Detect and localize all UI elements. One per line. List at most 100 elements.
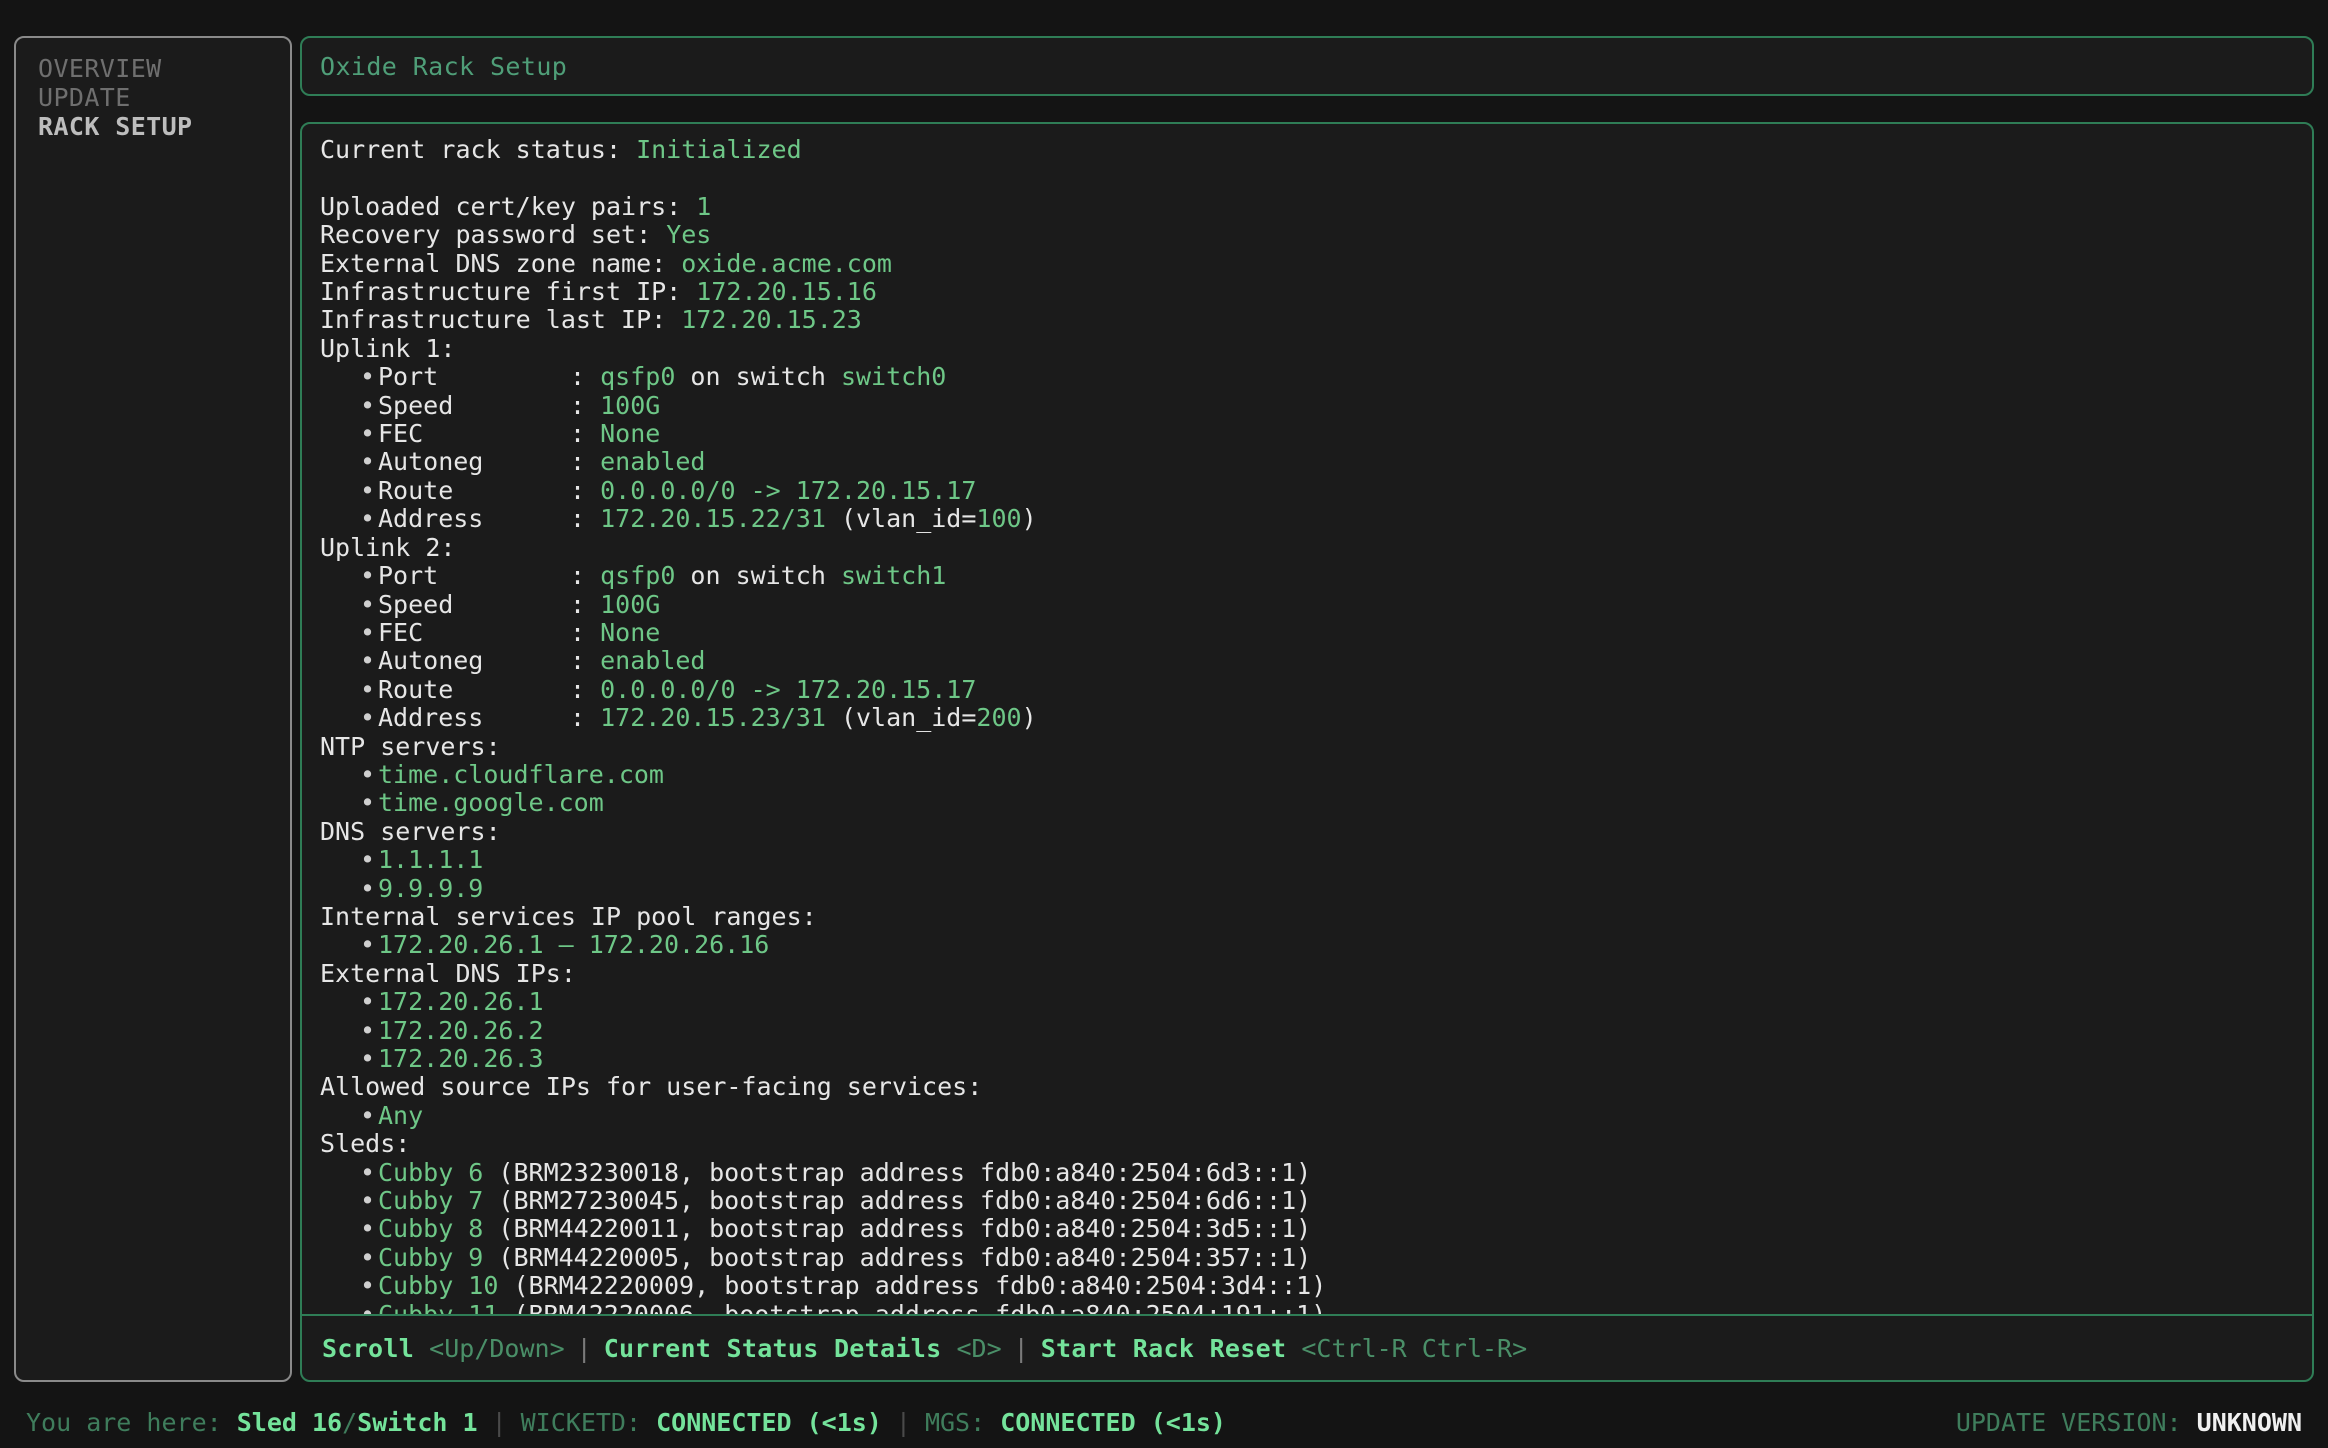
field-colon: : [570, 390, 601, 420]
uplink-field-row: Route: 0.0.0.0/0 -> 172.20.15.17 [320, 674, 2312, 704]
uplink-field-row: Speed: 100G [320, 589, 2312, 619]
field-colon: : [570, 419, 601, 449]
external-dns-ip-item-value: 172.20.26.3 [378, 1044, 544, 1073]
dns-server-item: 9.9.9.9 [320, 873, 2312, 903]
uplink-field-key: Address [378, 703, 484, 733]
external-dns-ip-item: 172.20.26.3 [320, 1044, 2312, 1073]
summary-label: Infrastructure last IP: [320, 305, 682, 335]
sidebar-item-label: OVERVIEW [38, 54, 162, 83]
uplink-field-value: 100G [600, 390, 661, 420]
field-colon: : [570, 447, 601, 477]
dns-server-item-value: 9.9.9.9 [378, 873, 484, 903]
uplink-field-mid: on switch [675, 561, 841, 591]
uplink-field-row: FEC: None [320, 617, 2312, 647]
sled-name: Cubby 6 [378, 1157, 484, 1187]
uplink-heading-label: Uplink 1: [320, 333, 456, 363]
sled-detail: (BRM44220005, bootstrap address fdb0:a84… [483, 1242, 1312, 1272]
uplink-field-key: Autoneg [378, 447, 484, 477]
keybind-label[interactable]: Current Status Details [604, 1334, 942, 1363]
summary-value: 1 [696, 191, 712, 221]
sidebar-item-update[interactable]: UPDATE [16, 83, 290, 112]
keybind-label[interactable]: Scroll [322, 1334, 414, 1363]
uplink-field-mid: on switch [675, 362, 841, 392]
mgs-label: MGS: [924, 1407, 1001, 1437]
uplink-field-key: Route [378, 674, 454, 704]
field-colon: : [570, 646, 601, 676]
current-sled-value: Sled 16 [236, 1407, 343, 1437]
external-dns-ip-item: 172.20.26.2 [320, 1015, 2312, 1045]
field-colon: : [570, 504, 601, 534]
uplink-field-row: Speed: 100G [320, 390, 2312, 420]
sled-detail: (BRM42220006, bootstrap address fdb0:a84… [498, 1300, 1326, 1314]
summary-label: Infrastructure first IP: [320, 277, 697, 307]
sled-item: Cubby 6 (BRM23230018, bootstrap address … [320, 1157, 2312, 1187]
sleds-heading-label: Sleds: [320, 1129, 411, 1159]
ip-pool-range-item: 172.20.26.1 – 172.20.26.16 [320, 931, 2312, 959]
uplink-field-key: Address [378, 504, 484, 534]
summary-value: oxide.acme.com [681, 248, 892, 278]
external-dns-heading-label: External DNS IPs: [320, 958, 576, 988]
field-colon: : [570, 561, 601, 591]
keybind-bar: Scroll <Up/Down> | Current Status Details … [302, 1314, 2312, 1380]
rack-status-label: Current rack status: [320, 135, 637, 164]
ntp-heading-label: NTP servers: [320, 731, 501, 761]
uplink-heading-label: Uplink 2: [320, 532, 456, 562]
uplink-field-row: FEC: None [320, 419, 2312, 449]
field-colon: : [570, 589, 601, 619]
ip-pool-heading: Internal services IP pool ranges: [320, 902, 2312, 931]
summary-label: Recovery password set: [320, 220, 667, 250]
uplink-field-value: qsfp0 [600, 561, 676, 591]
uplink-field-key: Port [378, 362, 439, 392]
sidebar-item-label: UPDATE [38, 83, 131, 112]
summary-value: 172.20.15.16 [696, 277, 877, 307]
external-dns-ip-item-value: 172.20.26.2 [378, 1015, 544, 1045]
external-dns-heading: External DNS IPs: [320, 958, 2312, 988]
uplink-field-row: Port: qsfp0 on switch switch0 [320, 362, 2312, 392]
uplink-field-value: qsfp0 [600, 362, 676, 392]
field-colon: : [570, 703, 601, 733]
keybind-key: <Ctrl-R Ctrl-R> [1286, 1333, 1528, 1363]
status-bar-right: UPDATE VERSION: UNKNOWN [1956, 1408, 2302, 1437]
uplink-heading: Uplink 2: [320, 532, 2312, 562]
status-bar: You are here: Sled 16 / Switch 1 | WICKE… [0, 1396, 2328, 1448]
sled-item: Cubby 11 (BRM42220006, bootstrap address… [320, 1300, 2312, 1314]
summary-label: Uploaded cert/key pairs: [320, 191, 697, 221]
uplink-field-row: Address: 172.20.15.22/31 (vlan_id=100) [320, 504, 2312, 534]
sled-name: Cubby 11 [378, 1300, 498, 1314]
sled-detail: (BRM42220009, bootstrap address fdb0:a84… [498, 1271, 1327, 1301]
sled-detail: (BRM44220011, bootstrap address fdb0:a84… [483, 1214, 1312, 1244]
uplink-field-mid: (vlan_id= [825, 703, 977, 733]
sleds-heading: Sleds: [320, 1130, 2312, 1158]
keybind-divider: | [576, 1333, 592, 1363]
status-divider-1: | [491, 1407, 507, 1437]
uplink-field-value: 0.0.0.0/0 -> 172.20.15.17 [600, 475, 977, 505]
uplink-field-row: Address: 172.20.15.23/31 (vlan_id=200) [320, 703, 2312, 733]
field-colon: : [570, 475, 601, 505]
sled-name: Cubby 7 [378, 1186, 484, 1216]
mgs-status: CONNECTED (<1s) [1000, 1407, 1226, 1437]
keybind-divider: | [1013, 1333, 1029, 1363]
uplink-field-key: FEC [378, 419, 424, 449]
summary-value: 172.20.15.23 [681, 305, 862, 335]
sled-item: Cubby 10 (BRM42220009, bootstrap address… [320, 1272, 2312, 1300]
keybind-key: <Up/Down> [414, 1333, 565, 1363]
rack-setup-content[interactable]: Current rack status: Initialized Uploade… [302, 124, 2312, 1314]
title-bar: Oxide Rack Setup [300, 36, 2314, 96]
ntp-server-item: time.cloudflare.com [320, 760, 2312, 789]
uplink-field-value: enabled [600, 447, 706, 477]
main-panel: Current rack status: Initialized Uploade… [300, 122, 2314, 1382]
sled-detail: (BRM27230045, bootstrap address fdb0:a84… [483, 1186, 1312, 1216]
sled-item: Cubby 7 (BRM27230045, bootstrap address … [320, 1186, 2312, 1216]
sidebar-item-rack-setup[interactable]: RACK SETUP [16, 112, 290, 141]
rack-status-line: Current rack status: Initialized [320, 135, 2312, 164]
keybind-label[interactable]: Start Rack Reset [1041, 1334, 1287, 1363]
sled-detail: (BRM23230018, bootstrap address fdb0:a84… [483, 1157, 1312, 1187]
sled-name: Cubby 8 [378, 1214, 484, 1244]
uplink-field-key: FEC [378, 617, 424, 647]
status-divider-2: | [895, 1407, 911, 1437]
status-bar-left: You are here: Sled 16 / Switch 1 | WICKE… [26, 1408, 1226, 1437]
sidebar-item-overview[interactable]: OVERVIEW [16, 54, 290, 83]
current-switch-value: Switch 1 [357, 1407, 478, 1437]
uplink-field-value: None [600, 617, 661, 647]
allowed-source-ips-heading-label: Allowed source IPs for user-facing servi… [320, 1072, 983, 1102]
